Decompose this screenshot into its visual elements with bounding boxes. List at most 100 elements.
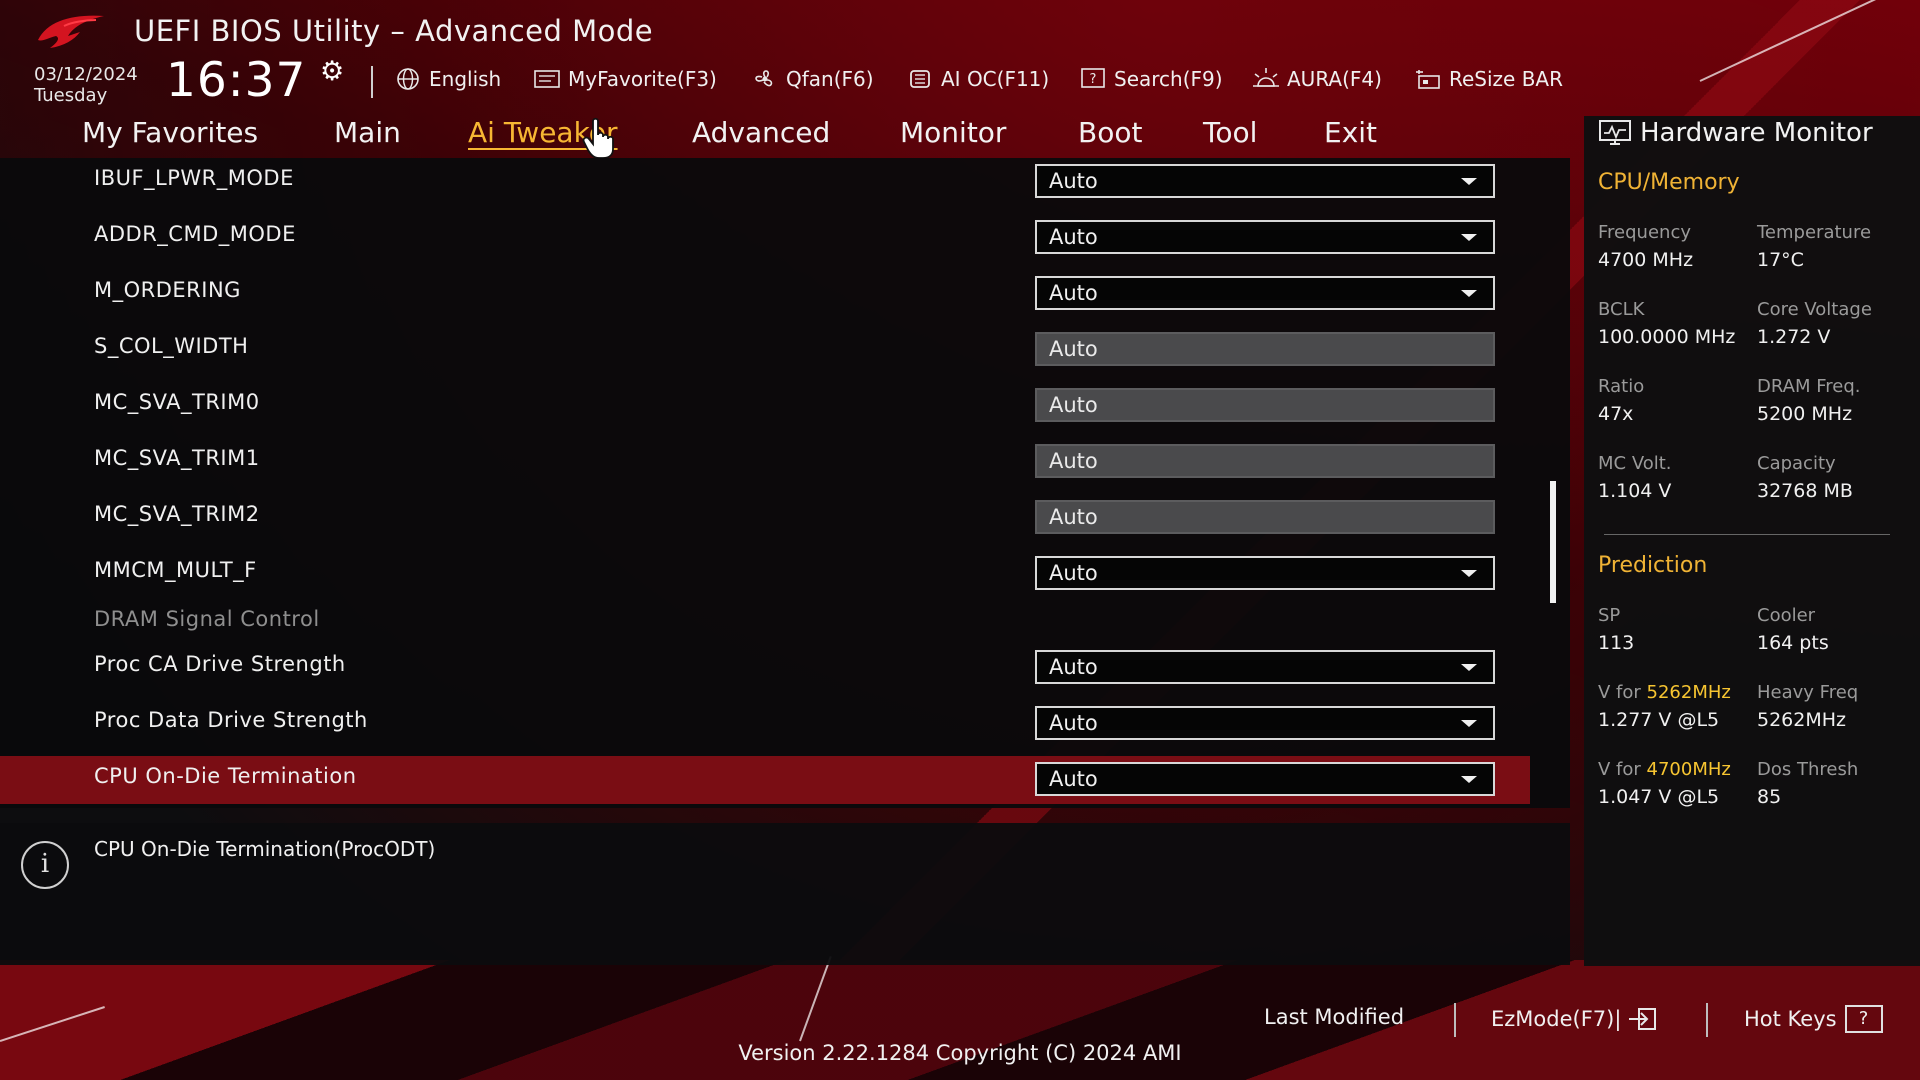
setting-input[interactable]: Auto xyxy=(1035,444,1495,478)
settings-scrollbar[interactable] xyxy=(1550,481,1556,603)
tab-monitor[interactable]: Monitor xyxy=(900,116,1006,149)
v-for-high-freq: 5262MHz xyxy=(1646,682,1731,703)
favorite-icon xyxy=(534,70,560,88)
setting-label: M_ORDERING xyxy=(94,278,241,302)
tab-my-favorites[interactable]: My Favorites xyxy=(82,116,258,149)
cooler-label: Cooler xyxy=(1757,605,1816,626)
svg-text:?: ? xyxy=(1090,72,1097,87)
tab-advanced[interactable]: Advanced xyxy=(692,116,830,149)
clock-display[interactable]: 16:37 xyxy=(166,53,306,108)
dram-freq-value: 5200 MHz xyxy=(1757,403,1853,425)
caret-down-icon xyxy=(1461,178,1477,185)
v-for-low-label: V for 4700MHz xyxy=(1598,759,1731,780)
dropdown-value: Auto xyxy=(1049,655,1098,679)
cpu-memory-heading: CPU/Memory xyxy=(1598,170,1740,195)
hardware-monitor-header: Hardware Monitor xyxy=(1598,118,1873,148)
setting-input[interactable]: Auto xyxy=(1035,500,1495,534)
header-bar: UEFI BIOS Utility – Advanced Mode 03/12/… xyxy=(0,0,1920,115)
v-for-high-label: V for 5262MHz xyxy=(1598,682,1731,703)
fan-icon xyxy=(755,70,773,87)
setting-dropdown[interactable]: Auto xyxy=(1035,762,1495,796)
setting-dropdown[interactable]: Auto xyxy=(1035,220,1495,254)
setting-label: MC_SVA_TRIM2 xyxy=(94,502,260,526)
tab-exit[interactable]: Exit xyxy=(1324,116,1377,149)
caret-down-icon xyxy=(1461,234,1477,241)
input-value: Auto xyxy=(1049,337,1098,361)
myfavorite-button[interactable]: MyFavorite(F3) xyxy=(532,64,717,94)
tab-boot[interactable]: Boot xyxy=(1078,116,1142,149)
globe-icon xyxy=(397,68,419,90)
dropdown-value: Auto xyxy=(1049,281,1098,305)
setting-dropdown[interactable]: Auto xyxy=(1035,164,1495,198)
last-modified-button[interactable]: Last Modified xyxy=(1264,1005,1404,1029)
setting-input[interactable]: Auto xyxy=(1035,332,1495,366)
exit-arrow-icon xyxy=(1629,1008,1657,1030)
setting-row[interactable]: MMCM_MULT_F Auto xyxy=(0,550,1530,598)
section-label: DRAM Signal Control xyxy=(94,607,320,631)
setting-label: MMCM_MULT_F xyxy=(94,558,257,582)
setting-dropdown[interactable]: Auto xyxy=(1035,706,1495,740)
cooler-value: 164 pts xyxy=(1757,632,1829,654)
frequency-value: 4700 MHz xyxy=(1598,249,1694,271)
aura-label: AURA(F4) xyxy=(1287,67,1382,91)
sp-value: 113 xyxy=(1598,632,1635,654)
setting-row[interactable]: MC_SVA_TRIM0 Auto xyxy=(0,382,1530,430)
ai-oc-label: AI OC(F11) xyxy=(941,67,1050,91)
setting-row[interactable]: S_COL_WIDTH Auto xyxy=(0,326,1530,374)
dram-freq-label: DRAM Freq. xyxy=(1757,376,1861,397)
search-button[interactable]: ? Search(F9) xyxy=(1078,64,1223,94)
v-for-low-freq: 4700MHz xyxy=(1646,759,1731,780)
section-header: DRAM Signal Control xyxy=(0,599,1530,647)
setting-row[interactable]: Proc CA Drive Strength Auto xyxy=(0,644,1530,692)
v-for-text: V for xyxy=(1598,682,1641,703)
setting-dropdown[interactable]: Auto xyxy=(1035,556,1495,590)
setting-label: MC_SVA_TRIM1 xyxy=(94,446,260,470)
setting-row[interactable]: MC_SVA_TRIM1 Auto xyxy=(0,438,1530,486)
setting-row[interactable]: IBUF_LPWR_MODE Auto xyxy=(0,158,1530,206)
ezmode-button[interactable]: EzMode(F7)| xyxy=(1491,1005,1659,1033)
aura-light-icon xyxy=(1253,68,1279,87)
setting-input[interactable]: Auto xyxy=(1035,388,1495,422)
heavy-freq-label: Heavy Freq xyxy=(1757,682,1859,703)
caret-down-icon xyxy=(1461,664,1477,671)
setting-row[interactable]: ADDR_CMD_MODE Auto xyxy=(0,214,1530,262)
setting-row[interactable]: M_ORDERING Auto xyxy=(0,270,1530,318)
dropdown-value: Auto xyxy=(1049,169,1098,193)
aura-button[interactable]: AURA(F4) xyxy=(1251,64,1382,94)
caret-down-icon xyxy=(1461,290,1477,297)
dos-thresh-value: 85 xyxy=(1757,786,1782,808)
resize-bar-label: ReSize BAR xyxy=(1449,67,1564,91)
caret-down-icon xyxy=(1461,570,1477,577)
core-voltage-label: Core Voltage xyxy=(1757,299,1872,320)
hot-keys-button[interactable]: Hot Keys ? xyxy=(1744,1005,1883,1033)
setting-dropdown[interactable]: Auto xyxy=(1035,650,1495,684)
setting-row[interactable]: MC_SVA_TRIM2 Auto xyxy=(0,494,1530,542)
ai-oc-button[interactable]: AI OC(F11) xyxy=(905,64,1049,94)
temperature-label: Temperature xyxy=(1757,222,1872,243)
language-label: English xyxy=(429,67,502,91)
search-help-icon: ? xyxy=(1081,68,1105,88)
ai-chip-icon xyxy=(910,70,930,88)
sp-label: SP xyxy=(1598,605,1621,626)
header-divider xyxy=(371,66,373,98)
resize-bar-button[interactable]: ReSize BAR xyxy=(1413,64,1563,94)
dropdown-value: Auto xyxy=(1049,711,1098,735)
setting-label: ADDR_CMD_MODE xyxy=(94,222,296,246)
tab-tool[interactable]: Tool xyxy=(1203,116,1257,149)
setting-label: MC_SVA_TRIM0 xyxy=(94,390,260,414)
language-button[interactable]: English xyxy=(393,64,501,94)
qfan-button[interactable]: Qfan(F6) xyxy=(750,64,874,94)
footer-bar: Last Modified EzMode(F7)| Hot Keys ? Ver… xyxy=(0,965,1920,1080)
dropdown-value: Auto xyxy=(1049,561,1098,585)
caret-down-icon xyxy=(1461,776,1477,783)
gear-icon[interactable]: ⚙ xyxy=(320,56,344,87)
question-icon: ? xyxy=(1844,1005,1883,1033)
bclk-label: BCLK xyxy=(1598,299,1645,320)
setting-dropdown[interactable]: Auto xyxy=(1035,276,1495,310)
setting-row[interactable]: Proc Data Drive Strength Auto xyxy=(0,700,1530,748)
core-voltage-value: 1.272 V xyxy=(1757,326,1831,348)
tab-main[interactable]: Main xyxy=(334,116,401,149)
setting-row-selected[interactable]: CPU On-Die Termination Auto xyxy=(0,756,1530,804)
hot-keys-label: Hot Keys xyxy=(1744,1007,1837,1031)
monitor-icon xyxy=(1599,120,1631,145)
